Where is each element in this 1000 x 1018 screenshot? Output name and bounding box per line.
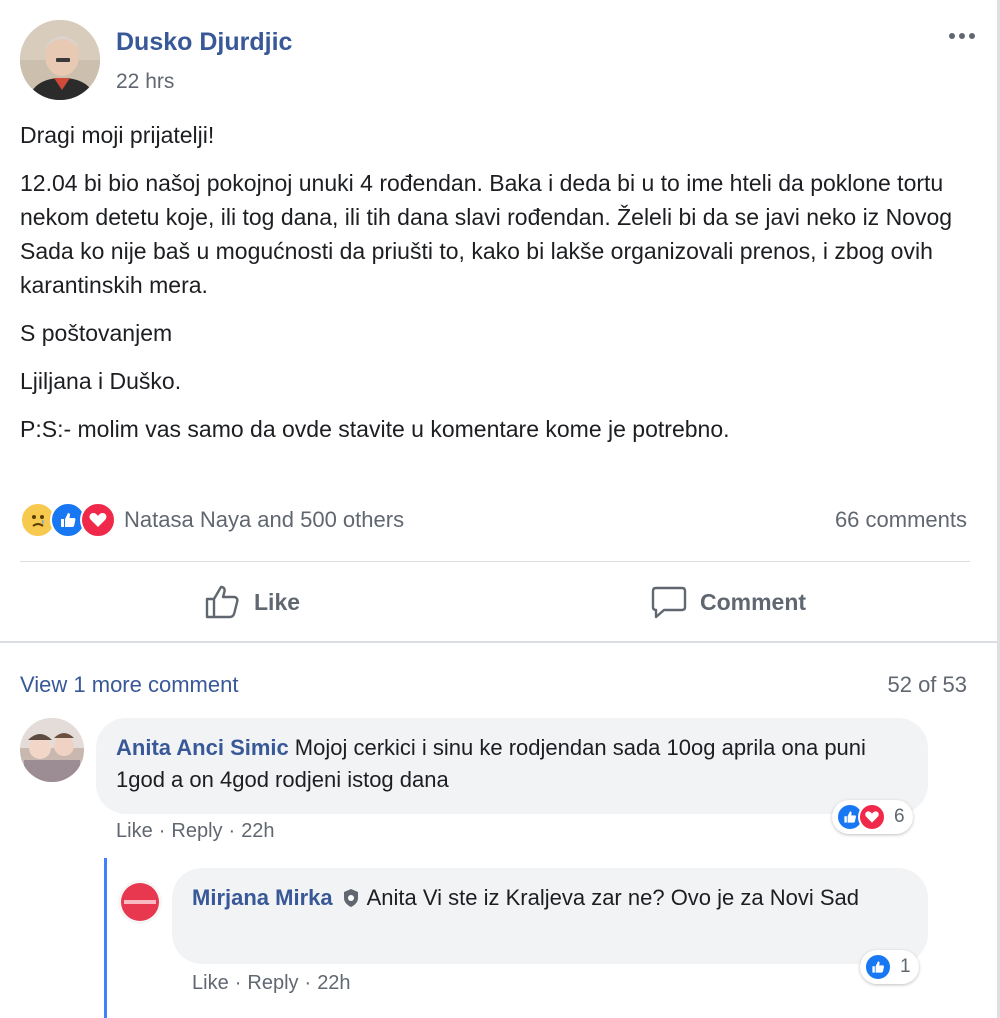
reactions-summary[interactable]: Natasa Naya and 500 others [20, 500, 404, 540]
shield-badge-icon [343, 889, 358, 907]
reactors-text[interactable]: Natasa Naya and 500 others [124, 507, 404, 533]
author-name[interactable]: Dusko Djurdjic [116, 28, 292, 57]
post-paragraph: P:S:- molim vas samo da ovde stavite u k… [20, 416, 730, 442]
post-paragraph: 12.04 bi bio našoj pokojnoj unuki 4 rođe… [20, 170, 953, 298]
comment-pager: 52 of 53 [887, 672, 967, 697]
commenter-avatar[interactable] [118, 880, 162, 924]
commenter-name[interactable]: Mirjana Mirka [192, 885, 333, 910]
author-avatar[interactable] [20, 20, 100, 100]
reaction-count: 1 [900, 956, 911, 977]
comment-reply-link[interactable]: Reply [171, 820, 222, 842]
like-reaction-icon [864, 953, 892, 981]
reply-thread-line [104, 858, 107, 1018]
like-button-label: Like [254, 588, 301, 615]
comments-count[interactable]: 66 comments [835, 507, 967, 533]
post-card: Dusko Djurdjic 22 hrs Dragi moji prijate… [0, 0, 1000, 1018]
view-more-comments-link[interactable]: View 1 more comment [20, 672, 238, 698]
commenter-name[interactable]: Anita Anci Simic [116, 735, 289, 760]
post-paragraph: Dragi moji prijatelji! [20, 122, 215, 148]
post-body: Dragi moji prijatelji! 12.04 bi bio našo… [20, 118, 980, 460]
more-options-icon[interactable] [942, 22, 982, 50]
comment-reactions[interactable]: 1 [860, 950, 919, 984]
comment-reply-link[interactable]: Reply [247, 972, 298, 994]
commenter-avatar[interactable] [20, 718, 84, 782]
post-paragraph: Ljiljana i Duško. [20, 368, 182, 394]
reaction-count: 6 [894, 806, 905, 827]
section-separator [0, 641, 997, 643]
comment-time[interactable]: 22h [241, 820, 274, 842]
comment-time[interactable]: 22h [317, 972, 350, 994]
comment-like-link[interactable]: Like [116, 820, 153, 842]
comment-like-link[interactable]: Like [192, 972, 229, 994]
thumbs-up-icon [205, 585, 239, 619]
divider [20, 561, 970, 562]
comment-reactions[interactable]: 6 [832, 800, 913, 834]
like-button[interactable]: Like [204, 582, 300, 622]
comment-bubble: Anita Anci Simic Mojoj cerkici i sinu ke … [96, 718, 928, 814]
comment-bubble-icon [651, 586, 687, 619]
comment-text: Anita Vi ste iz Kraljeva zar ne? Ovo je … [366, 885, 859, 910]
post-paragraph: S poštovanjem [20, 320, 173, 346]
comment-bubble: Mirjana Mirka Anita Vi ste iz Kraljeva za… [172, 868, 928, 964]
love-reaction-icon [858, 803, 886, 831]
comment-button-label: Comment [700, 588, 807, 615]
love-reaction-icon [80, 502, 116, 538]
post-timestamp[interactable]: 22 hrs [116, 70, 174, 94]
comment-button[interactable]: Comment [650, 582, 806, 622]
comment-meta: Like · Reply · 22h [192, 972, 351, 994]
comment-meta: Like · Reply · 22h [116, 820, 275, 842]
